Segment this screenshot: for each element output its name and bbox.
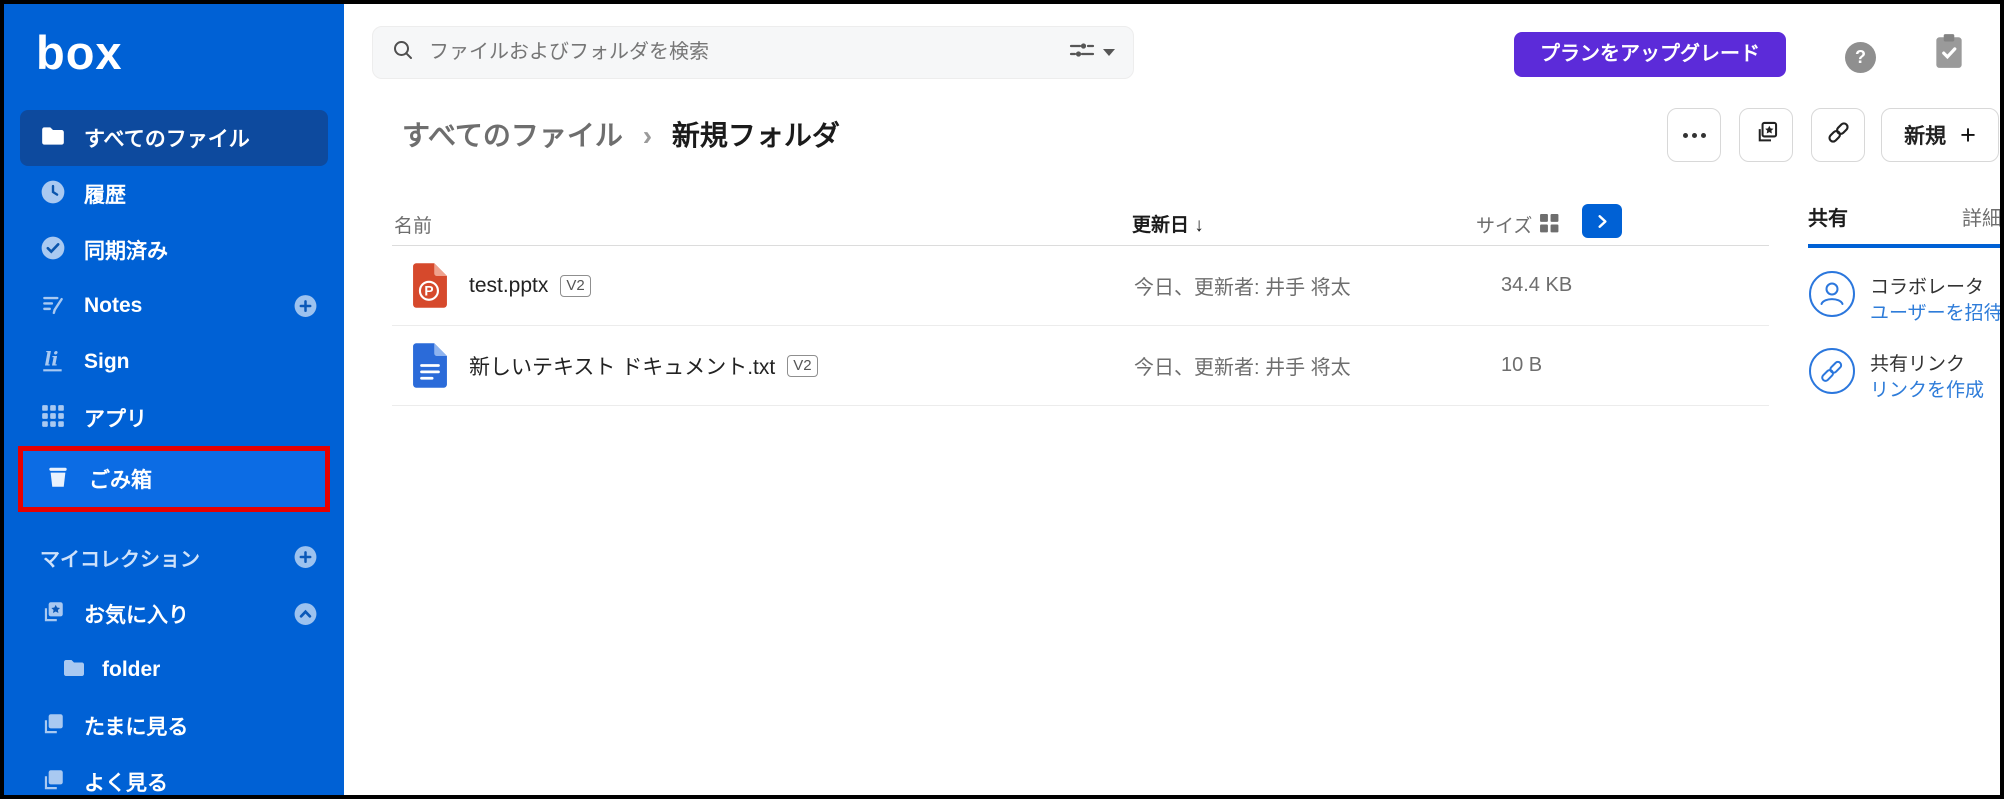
svg-text:li: li	[44, 349, 58, 370]
file-updated: 今日、更新者: 井手 将太	[1134, 357, 1351, 379]
sidebar-item-label: すべてのファイル	[84, 128, 250, 151]
sidebar-item-label: よく見る	[84, 772, 168, 795]
sidebar-item-label: 履歴	[84, 184, 126, 207]
column-updated-sort[interactable]: 更新日 ↓	[1132, 210, 1204, 237]
search-bar	[372, 26, 1134, 79]
column-size: サイズ	[1476, 216, 1533, 237]
check-circle-icon	[40, 235, 66, 266]
upgrade-plan-button[interactable]: プランをアップグレード	[1514, 32, 1786, 77]
create-link-link[interactable]: リンクを作成	[1870, 375, 1984, 402]
collection-icon	[40, 711, 66, 742]
my-collections-label: マイコレクション	[40, 548, 200, 571]
new-button[interactable]: 新規 +	[1881, 108, 1999, 162]
file-name[interactable]: 新しいテキスト ドキュメント.txt	[469, 351, 775, 381]
search-input[interactable]	[429, 41, 1069, 64]
sidebar-item-label: たまに見る	[84, 716, 189, 739]
bookmark-collection-icon	[1753, 119, 1780, 151]
column-updated-label: 更新日	[1132, 215, 1190, 236]
sidebar-item-label: Notes	[84, 294, 143, 317]
shared-link-title: 共有リンク	[1870, 354, 1966, 375]
breadcrumb-separator: ›	[642, 120, 653, 151]
sidebar-item-sign[interactable]: li Sign	[4, 334, 344, 390]
file-row[interactable]: 新しいテキスト ドキュメント.txt V2 今日、更新者: 井手 将太 10 B	[392, 326, 1769, 406]
tasks-clipboard-icon[interactable]	[1934, 32, 1964, 75]
breadcrumb: すべてのファイル › 新規フォルダ	[402, 114, 840, 154]
sliders-icon	[1069, 40, 1095, 65]
sidebar-item-favorites[interactable]: お気に入り	[4, 586, 344, 642]
trash-icon	[45, 464, 71, 495]
share-link-button[interactable]	[1811, 108, 1865, 162]
share-panel: 共有 詳細 コラボレータ ユーザーを招待 共有リンク リンクを作成	[1786, 164, 2000, 795]
box-logo[interactable]: box	[36, 24, 344, 84]
sidebar-item-synced[interactable]: 同期済み	[4, 222, 344, 278]
main-content: プランをアップグレード ? すべてのファイル › 新規フォルダ 新規 + 名前 …	[344, 4, 2000, 795]
sidebar-item-label: ごみ箱	[89, 469, 152, 492]
sidebar-item-folder[interactable]: folder	[4, 642, 344, 698]
more-options-button[interactable]	[1667, 108, 1721, 162]
invite-users-link[interactable]: ユーザーを招待	[1870, 298, 2000, 325]
search-icon	[391, 38, 415, 67]
column-name: 名前	[394, 216, 433, 237]
clock-icon	[40, 179, 66, 210]
sidebar-item-label: アプリ	[84, 408, 147, 431]
apps-grid-icon	[40, 403, 66, 434]
file-size: 10 B	[1501, 354, 1543, 376]
help-icon[interactable]: ?	[1845, 42, 1876, 73]
grid-view-icon[interactable]	[1539, 213, 1560, 239]
signature-icon: li	[40, 347, 66, 378]
active-tab-underline	[1808, 244, 2000, 248]
new-button-label: 新規	[1904, 125, 1947, 148]
sidebar-item-apps[interactable]: アプリ	[4, 390, 344, 446]
my-collections-header: マイコレクション	[4, 540, 344, 574]
file-name[interactable]: test.pptx	[469, 274, 548, 298]
link-icon	[1825, 119, 1852, 151]
folder-icon	[62, 656, 86, 685]
file-row[interactable]: P test.pptx V2 今日、更新者: 井手 将太 34.4 KB	[392, 246, 1769, 326]
collaborator-person-icon[interactable]	[1808, 270, 1856, 323]
favorites-collection-icon	[40, 599, 66, 630]
sidebar-item-notes[interactable]: Notes	[4, 278, 344, 334]
file-list-header: 名前 更新日 ↓ サイズ	[392, 202, 1769, 246]
collaborators-title: コラボレータ	[1870, 277, 1985, 298]
pptx-file-icon: P	[412, 262, 448, 314]
folder-icon	[40, 123, 66, 154]
sort-down-arrow-icon: ↓	[1194, 215, 1204, 236]
sidebar-item-label: お気に入り	[84, 604, 189, 627]
search-filter-button[interactable]	[1069, 40, 1115, 65]
collection-icon	[40, 767, 66, 796]
file-size: 34.4 KB	[1501, 274, 1573, 296]
trash-highlight-box: ごみ箱	[18, 446, 330, 512]
sidebar-item-trash[interactable]: ごみ箱	[23, 451, 325, 507]
txt-file-icon	[412, 342, 448, 394]
breadcrumb-parent[interactable]: すべてのファイル	[402, 120, 623, 151]
caret-down-icon	[1103, 49, 1115, 56]
version-badge: V2	[560, 274, 591, 297]
file-updated: 今日、更新者: 井手 将太	[1134, 277, 1351, 299]
add-to-collection-button[interactable]	[1739, 108, 1793, 162]
plus-icon: +	[1960, 119, 1976, 150]
sidebar-item-history[interactable]: 履歴	[4, 166, 344, 222]
sidebar: box すべてのファイル 履歴 同期済み Notes li Sign アプリ ご…	[4, 4, 344, 795]
expand-panel-button[interactable]	[1582, 204, 1622, 238]
notes-icon	[40, 291, 66, 322]
add-collection-icon[interactable]	[293, 545, 318, 570]
tab-share[interactable]: 共有	[1808, 202, 1848, 231]
sidebar-item-all-files[interactable]: すべてのファイル	[20, 110, 328, 166]
sidebar-item-label: Sign	[84, 350, 130, 373]
collapse-chevron-icon[interactable]	[293, 602, 318, 627]
breadcrumb-current: 新規フォルダ	[671, 120, 840, 151]
sidebar-item-sometimes-viewed[interactable]: たまに見る	[4, 698, 344, 754]
sidebar-item-label: folder	[102, 658, 161, 681]
tab-details[interactable]: 詳細	[1962, 202, 2000, 231]
sidebar-item-often-viewed[interactable]: よく見る	[4, 754, 344, 795]
sidebar-item-label: 同期済み	[84, 240, 168, 263]
shared-link-circle-icon[interactable]	[1808, 347, 1856, 400]
svg-text:P: P	[424, 284, 433, 299]
version-badge: V2	[787, 354, 818, 377]
add-note-icon[interactable]	[293, 294, 318, 319]
app-window: box すべてのファイル 履歴 同期済み Notes li Sign アプリ ご…	[0, 0, 2004, 799]
